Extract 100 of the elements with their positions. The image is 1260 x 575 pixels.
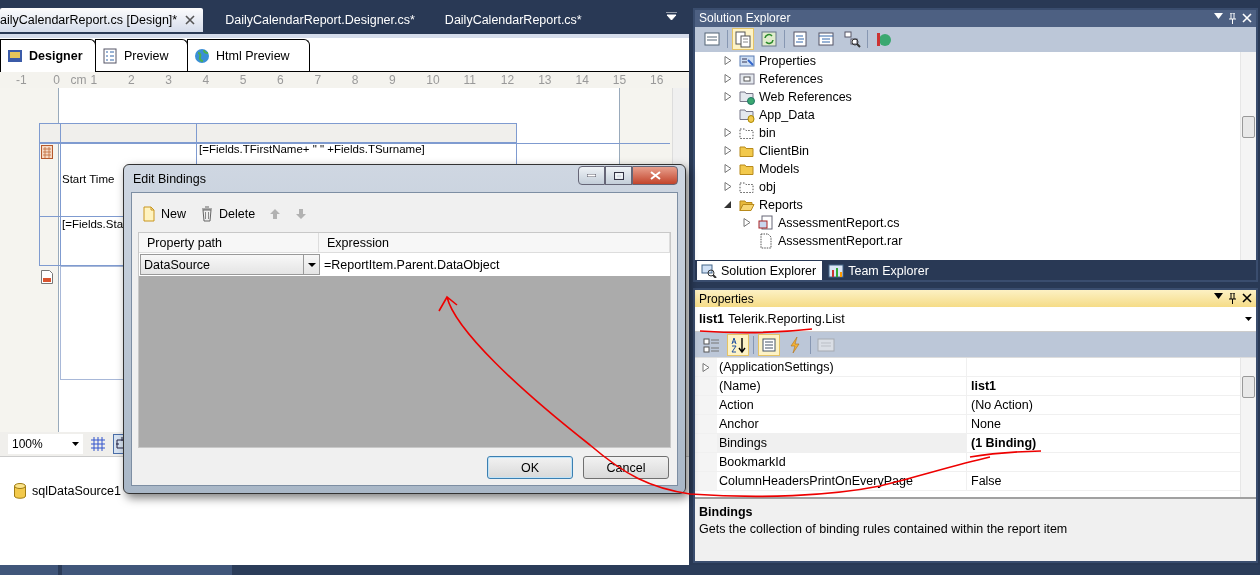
zoom-combobox[interactable]: 100% [8,434,83,454]
minimize-button[interactable] [578,166,605,185]
property-value[interactable]: False [971,474,1002,488]
panel-tab[interactable]: Team Explorer [824,261,935,280]
panel-tab[interactable]: Solution Explorer [697,261,823,280]
object-name: list1 Telerik.Reporting.List [699,312,845,326]
new-document-icon [142,205,156,222]
property-value[interactable]: (No Action) [971,398,1033,412]
description-text: Gets the collection of binding rules contained within the report item [699,522,1069,536]
close-icon [649,171,661,180]
tree-item[interactable]: AssessmentReport.cs [695,213,1240,232]
property-value[interactable]: None [971,417,1001,431]
tree-item[interactable]: Web References [695,87,1240,106]
property-value[interactable]: list1 [971,379,996,393]
delete-button[interactable]: Delete [200,205,256,222]
panel-title: Properties [699,291,754,306]
dropdown-icon [307,262,316,267]
expand-arrow-icon[interactable] [702,362,710,372]
tree-item[interactable]: obj [695,177,1240,196]
close-button[interactable] [632,166,678,185]
ruler-label: 16 [650,73,664,87]
dropdown-icon[interactable] [1214,12,1223,19]
tree-item[interactable]: ClientBin [695,141,1240,160]
column-header[interactable]: Property path [139,233,319,252]
grid-icon[interactable] [89,435,107,453]
globe-folder-icon [739,88,755,105]
tree-item[interactable]: AssessmentReport.rar [695,231,1240,250]
list-page-icon [102,47,118,64]
tree-item[interactable]: Models [695,159,1240,178]
close-icon[interactable] [185,15,196,25]
up-arrow-icon [269,207,282,220]
database-icon [14,483,26,499]
property-name[interactable]: Action [717,396,967,414]
file-icon [758,232,774,249]
ruler-label: 14 [575,73,589,87]
component-label[interactable]: sqlDataSource1 [32,484,121,498]
ruler-label: cm [70,73,87,87]
expression-cell[interactable]: =ReportItem.Parent.DataObject [320,254,669,275]
property-list-button[interactable] [758,333,780,356]
property-name[interactable]: BookmarkId [717,453,967,471]
report-icon [41,270,53,284]
property-name[interactable]: Bindings [717,434,967,452]
dropdown-icon [1245,317,1252,321]
vertical-scrollbar[interactable] [1240,51,1256,261]
new-button[interactable]: New [142,205,186,222]
dropdown-icon[interactable] [666,12,677,20]
search-tree-icon [701,263,717,278]
references-folder-icon [739,70,755,87]
ok-button[interactable]: OK [487,456,573,479]
form-icon [817,30,835,49]
ruler-label: 6 [277,73,284,87]
maximize-button[interactable] [605,166,632,185]
ruler-label: -1 [16,73,27,87]
tree-item[interactable]: Properties [695,51,1240,70]
description-title: Bindings [699,505,754,519]
label-text[interactable]: Start Time [62,173,115,185]
pin-icon[interactable] [1228,293,1237,304]
property-name[interactable]: (Name) [717,377,967,395]
document-tab[interactable]: ailyCalendarReport.cs [Design]* [0,8,204,32]
document-tab[interactable]: DailyCalendarReport.Designer.cs* [225,8,423,32]
property-pages-icon [817,335,835,354]
trash-icon [200,205,214,222]
column-header[interactable]: Expression [319,233,670,252]
categorized-icon [703,335,721,354]
property-name[interactable]: (ApplicationSettings) [717,358,967,376]
ruler-label: 13 [538,73,552,87]
ruler-label: 15 [612,73,627,87]
ruler-label: 9 [388,73,396,87]
property-list-icon [760,335,778,354]
text-field[interactable]: [=Fields.Sta [62,218,124,230]
expand-arrow-icon[interactable] [743,218,751,228]
ruler-label: 1 [90,73,98,87]
sort-az-button[interactable] [727,333,749,356]
vertical-scrollbar[interactable] [1240,358,1256,497]
maximize-icon [613,171,624,180]
ruler-label: 4 [202,73,210,87]
ruler-label: 10 [426,73,440,87]
ruler-label: 7 [314,73,322,87]
database-folder-icon [739,106,755,123]
tree-item[interactable]: Reports [695,195,1240,214]
tree-item[interactable]: bin [695,123,1240,142]
property-name[interactable]: Anchor [717,415,967,433]
tree-item[interactable]: References [695,69,1240,88]
calendar-icon [41,145,53,159]
collapse-arrow-icon[interactable] [724,200,732,210]
ruler-label: 3 [165,73,172,87]
view-tab[interactable]: Html Preview [187,39,310,71]
ruler-label: 0 [53,73,60,87]
dropdown-icon [72,442,79,446]
dropdown-icon[interactable] [1214,293,1223,299]
text-field[interactable]: [=Fields.TFirstName+ " " +Fields.TSurname] [199,143,425,155]
property-path-combobox[interactable]: DataSource [140,254,320,275]
ruler-label: 12 [500,73,515,87]
document-tab[interactable]: DailyCalendarReport.cs* [444,8,590,32]
files-button[interactable] [732,28,754,51]
view-tab[interactable]: Designer [0,39,96,72]
code-icon [791,30,809,49]
property-value[interactable]: (1 Binding) [971,436,1037,450]
tree-item[interactable]: App_Data [695,105,1240,124]
close-icon[interactable] [1242,293,1252,303]
